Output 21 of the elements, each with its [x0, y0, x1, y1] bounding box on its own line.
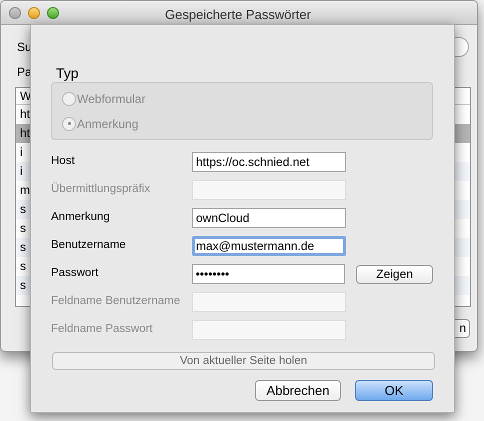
input-field[interactable]: https://oc.schnied.net [192, 152, 346, 172]
ok-button[interactable]: OK [355, 380, 433, 401]
radio-label: Anmerkung [77, 116, 138, 132]
input-field[interactable]: max@mustermann.de [192, 236, 346, 256]
field-label: Passwort [51, 266, 100, 282]
field-label: Anmerkung [51, 210, 111, 226]
field-label: Feldname Passwort [51, 322, 154, 338]
field-label: Feldname Benutzername [51, 294, 182, 310]
field-label: Host [51, 154, 76, 170]
input-field[interactable]: ownCloud [192, 208, 346, 228]
window-title: Gespeicherte Passwörter [165, 6, 311, 24]
cancel-button[interactable]: Abbrechen [255, 380, 341, 401]
field-label: Benutzername [51, 238, 127, 254]
type-title: Typ [56, 65, 80, 81]
radio-label: Webformular [77, 90, 146, 108]
zoom-button[interactable] [47, 6, 59, 18]
close-button[interactable] [9, 6, 21, 18]
input-field[interactable]: •••••••• [192, 264, 346, 284]
minimize-button[interactable] [28, 6, 40, 18]
field-label: Übermittlungspräfix [51, 181, 152, 198]
show-button[interactable]: Zeigen [356, 264, 433, 284]
